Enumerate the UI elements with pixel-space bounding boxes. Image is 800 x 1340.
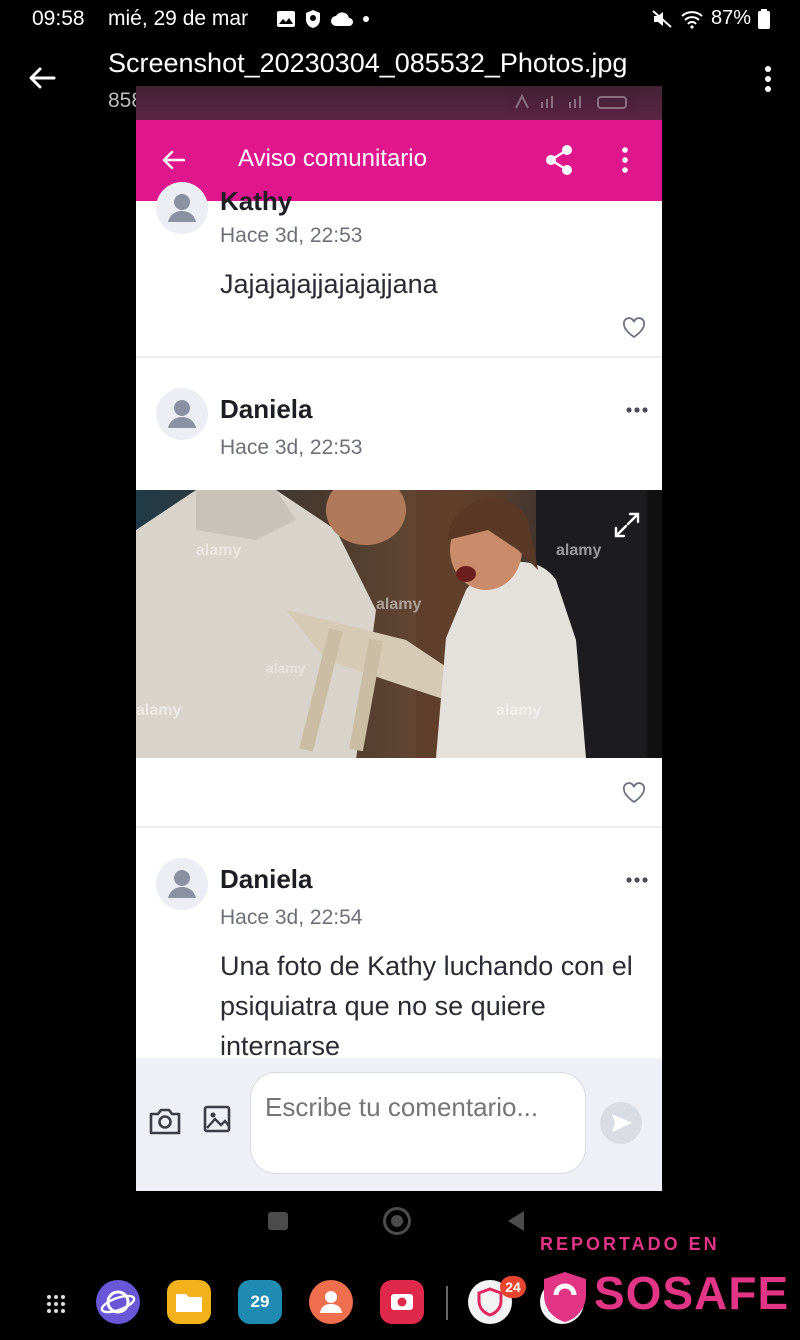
- avatar: [156, 182, 208, 234]
- user-icon: [168, 194, 196, 222]
- comment-bar: [136, 1058, 662, 1191]
- post-author: Daniela: [220, 864, 313, 894]
- post-time: Hace 3d, 22:53: [220, 436, 363, 459]
- post-text: Jajajajajjajajajjana: [220, 269, 438, 299]
- status-right: 87%: [651, 7, 770, 30]
- app-drawer-icon[interactable]: [44, 1292, 68, 1316]
- user-icon: [168, 400, 196, 428]
- calendar-app-icon[interactable]: 29: [238, 1280, 282, 1324]
- image-icon[interactable]: [202, 1104, 232, 1134]
- dock-separator: [446, 1286, 448, 1320]
- contacts-app-icon[interactable]: [309, 1280, 353, 1324]
- photo-watermark: alamy: [266, 660, 306, 676]
- app-back-arrow-icon[interactable]: [160, 146, 188, 174]
- share-icon[interactable]: [544, 144, 574, 176]
- send-button[interactable]: [600, 1102, 642, 1144]
- file-name: Screenshot_20230304_085532_Photos.jpg: [108, 48, 628, 78]
- wifi-icon: [681, 10, 703, 29]
- status-bar: 09:58 mié, 29 de mar 87%: [0, 0, 800, 36]
- status-date: mié, 29 de mar: [108, 7, 249, 30]
- post-text: Una foto de Kathy luchando con el psiqui…: [220, 951, 633, 1058]
- photo-watermark: alamy: [376, 596, 422, 613]
- planet-icon: [100, 1290, 136, 1314]
- report-label: REPORTADO EN: [540, 1234, 720, 1254]
- photo-illustration: [136, 490, 662, 758]
- status-time: 09:58: [32, 7, 85, 30]
- heart-icon[interactable]: [622, 782, 646, 804]
- user-icon: [168, 870, 196, 898]
- cloud-notification-icon: [331, 12, 353, 26]
- app-title: Aviso comunitario: [238, 145, 427, 172]
- battery-percent: 87%: [710, 7, 751, 29]
- comment-input[interactable]: [250, 1072, 586, 1174]
- photo-watermark: alamy: [196, 542, 242, 559]
- post-author: Daniela: [220, 394, 313, 424]
- embedded-status-icons: [515, 94, 627, 109]
- person-icon: [320, 1291, 342, 1313]
- folder-icon: [176, 1294, 202, 1312]
- dot-notification-icon: [363, 16, 369, 22]
- post-time: Hace 3d, 22:53: [220, 224, 363, 247]
- gallery-notification-icon: [277, 11, 295, 27]
- post-options-icon[interactable]: [626, 876, 648, 884]
- files-app-icon[interactable]: [167, 1280, 211, 1324]
- screenshot-image[interactable]: Aviso comunitario Kathy Hace 3d, 22:53 J…: [136, 86, 662, 1191]
- avatar: [156, 858, 208, 910]
- browser-app-icon[interactable]: [96, 1280, 140, 1324]
- photo-watermark: alamy: [136, 702, 182, 719]
- post-divider: [136, 826, 662, 828]
- calendar-day: 29: [250, 1292, 270, 1311]
- photo-watermark: alamy: [496, 702, 542, 719]
- camera-app-icon[interactable]: [380, 1280, 424, 1324]
- post-options-icon[interactable]: [626, 406, 648, 414]
- battery-icon: [758, 8, 770, 29]
- post-author: Kathy: [220, 186, 293, 216]
- expand-icon[interactable]: [612, 510, 642, 540]
- post-photo[interactable]: alamy alamy alamy alamy alamy alamy: [136, 490, 662, 758]
- more-options-icon[interactable]: [758, 64, 778, 94]
- nav-back-icon[interactable]: [506, 1210, 526, 1232]
- notification-badge: 24: [500, 1276, 526, 1298]
- photo-watermark: alamy: [556, 542, 602, 559]
- shield-notification-icon: [306, 10, 320, 28]
- camera-icon[interactable]: [148, 1106, 182, 1136]
- app-bar: Aviso comunitario: [136, 120, 662, 201]
- sosafe-logo-icon: [544, 1272, 586, 1322]
- mute-icon: [652, 9, 672, 28]
- app-more-icon[interactable]: [618, 146, 632, 174]
- post-divider: [136, 356, 662, 358]
- recents-button-icon[interactable]: [268, 1212, 288, 1230]
- sosafe-brand: SOSAFE: [594, 1267, 790, 1319]
- camera-lens-icon: [391, 1294, 413, 1310]
- notification-icons: [276, 9, 370, 29]
- post-time: Hace 3d, 22:54: [220, 906, 363, 929]
- home-button-icon[interactable]: [383, 1207, 411, 1235]
- send-icon: [612, 1114, 632, 1132]
- back-arrow-icon[interactable]: [26, 62, 58, 94]
- embedded-status-bar: [136, 86, 662, 120]
- avatar: [156, 388, 208, 440]
- heart-icon[interactable]: [622, 317, 646, 339]
